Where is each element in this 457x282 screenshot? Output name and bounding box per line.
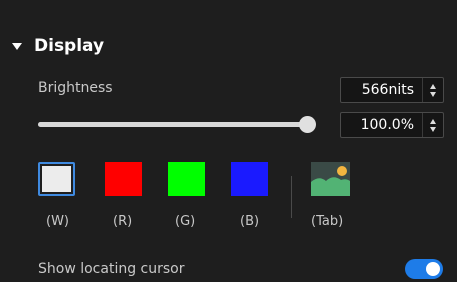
display-section-header[interactable]: Display — [12, 34, 104, 58]
nits-increment-icon[interactable] — [430, 83, 436, 89]
white-swatch-label: (W) — [46, 214, 69, 229]
locating-cursor-label: Show locating cursor — [38, 261, 185, 277]
percent-decrement-icon[interactable] — [430, 126, 436, 132]
chevron-down-icon — [12, 42, 22, 50]
brightness-slider-handle[interactable] — [299, 116, 316, 133]
green-color-swatch[interactable] — [168, 162, 205, 196]
locating-cursor-toggle[interactable] — [405, 259, 443, 279]
image-icon[interactable] — [311, 162, 350, 196]
brightness-label: Brightness — [38, 80, 113, 96]
brightness-slider-fill — [38, 122, 308, 127]
toggle-knob — [426, 262, 440, 276]
green-swatch-label: (G) — [175, 214, 196, 229]
percent-increment-icon[interactable] — [430, 118, 436, 124]
red-swatch-label: (R) — [113, 214, 133, 229]
nits-stepper — [422, 78, 443, 102]
brightness-slider[interactable] — [38, 116, 316, 133]
percent-spinbox[interactable]: 100.0% — [340, 112, 444, 138]
white-color-swatch[interactable] — [38, 162, 75, 196]
percent-stepper — [422, 113, 443, 137]
nits-decrement-icon[interactable] — [430, 91, 436, 97]
section-title: Display — [34, 36, 105, 56]
image-swatch-label: (Tab) — [311, 214, 344, 229]
blue-swatch-label: (B) — [240, 214, 260, 229]
nits-value[interactable]: 566nits — [341, 78, 422, 102]
swatch-divider — [291, 176, 292, 218]
percent-value[interactable]: 100.0% — [341, 113, 422, 137]
blue-color-swatch[interactable] — [231, 162, 268, 196]
nits-spinbox[interactable]: 566nits — [340, 77, 444, 103]
display-panel: Display Brightness 566nits 100.0% (W) (R… — [0, 0, 457, 282]
red-color-swatch[interactable] — [105, 162, 142, 196]
